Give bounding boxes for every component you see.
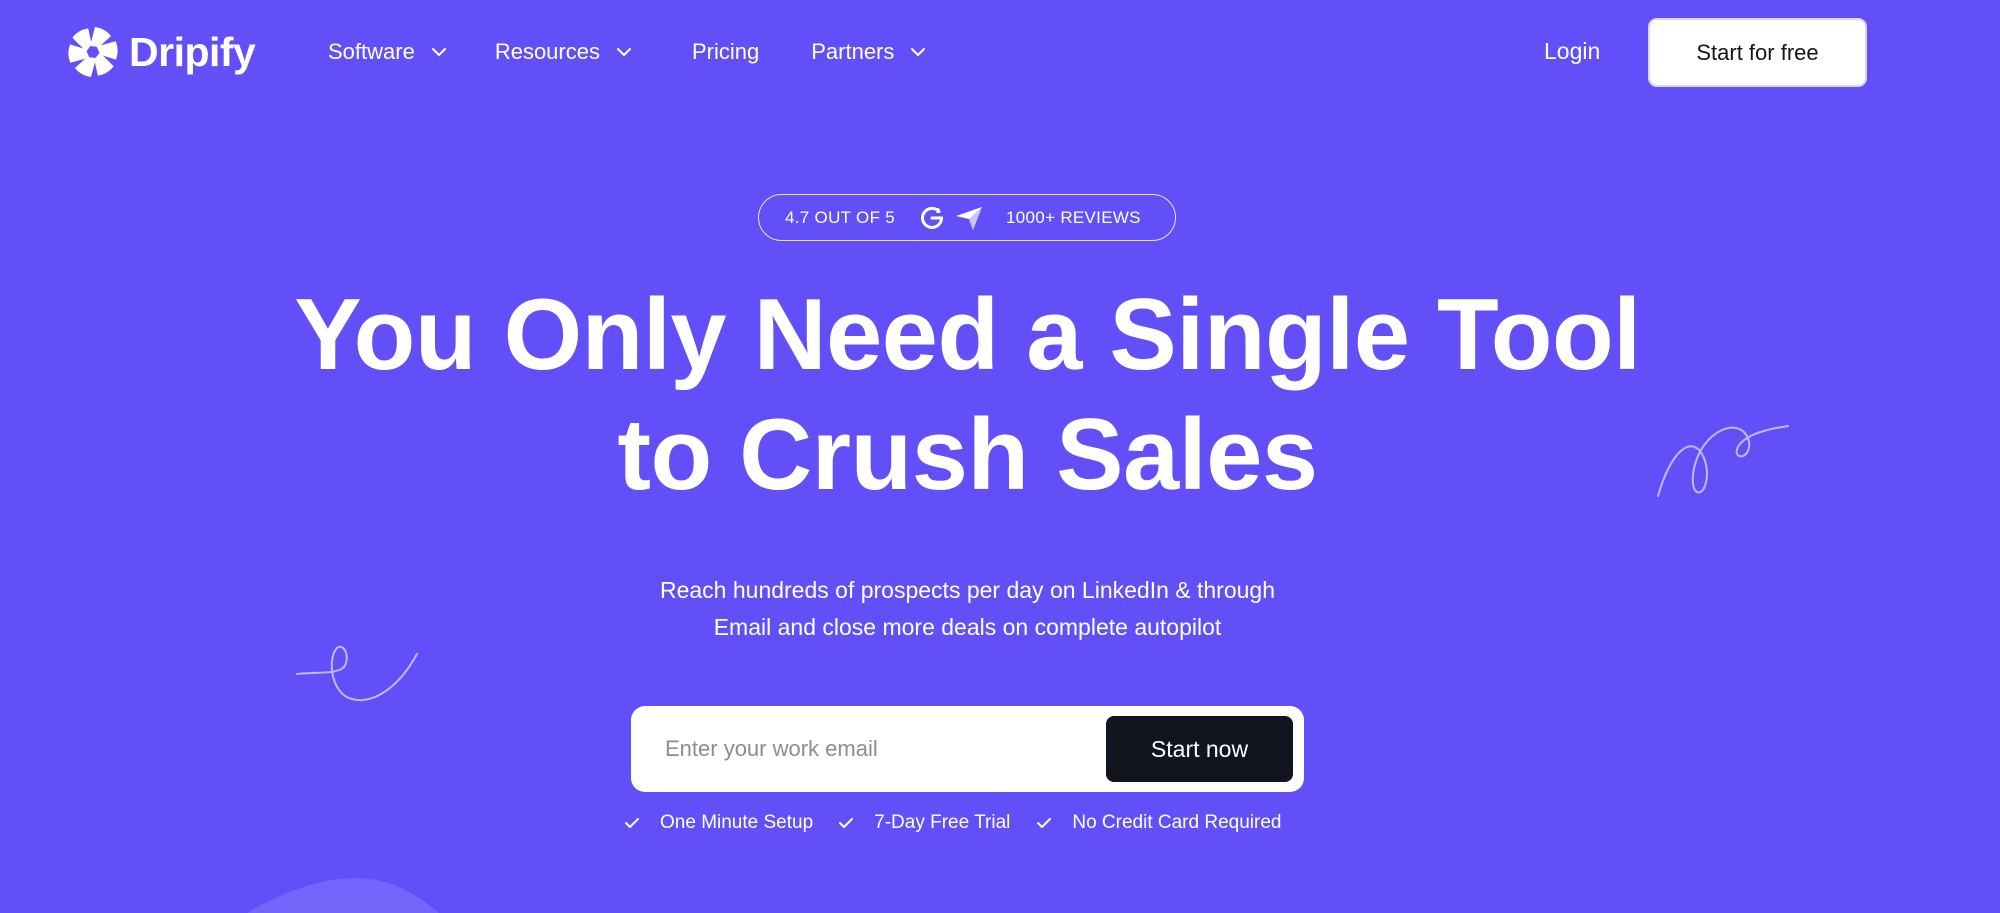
signup-form: Start now	[631, 706, 1304, 792]
main-nav: Software Resources Pricing Partners	[328, 34, 926, 70]
checkmark-icon	[1037, 818, 1052, 828]
hero-subtitle: Reach hundreds of prospects per day on L…	[0, 572, 1935, 646]
perk-label: 7-Day Free Trial	[874, 812, 1011, 833]
nav-item-label: Resources	[494, 39, 600, 64]
capterra-icon	[956, 206, 983, 230]
perk-item: No Credit Card Required	[1036, 812, 1281, 834]
start-now-button[interactable]: Start now	[1106, 716, 1293, 782]
site-header: Dripify Software Resources Pricing Partn…	[0, 0, 2000, 105]
login-link[interactable]: Login	[1544, 38, 1600, 65]
subtitle-line-2: Email and close more deals on complete a…	[713, 614, 1222, 640]
dripify-shutter-logo-icon	[68, 27, 118, 77]
brand-logo[interactable]: Dripify	[66, 25, 256, 79]
chevron-down-icon	[616, 48, 631, 56]
perks-list: One Minute Setup 7-Day Free Trial No Cre…	[624, 812, 1281, 834]
nav-item-partners[interactable]: Partners	[811, 39, 926, 65]
nav-item-label: Partners	[811, 39, 895, 64]
subtitle-line-1: Reach hundreds of prospects per day on L…	[659, 577, 1275, 603]
rating-badge: 4.7 OUT OF 5 2 1000+ REVIEWS	[758, 194, 1176, 241]
rating-score: 4.7 OUT OF 5	[785, 207, 896, 227]
perk-item: One Minute Setup	[624, 812, 813, 834]
squiggle-decoration-icon	[296, 645, 418, 702]
blob-decoration-icon	[247, 878, 439, 913]
g2-icon: 2	[921, 206, 944, 229]
nav-item-resources[interactable]: Resources	[495, 39, 632, 65]
perk-item: 7-Day Free Trial	[838, 812, 1010, 834]
squiggle-decoration-icon	[1657, 425, 1789, 497]
chevron-down-icon	[911, 48, 926, 56]
brand-name: Dripify	[129, 28, 256, 75]
nav-item-label: Software	[328, 39, 415, 64]
nav-item-pricing[interactable]: Pricing	[692, 39, 759, 65]
perk-label: One Minute Setup	[660, 812, 814, 833]
perk-label: No Credit Card Required	[1072, 812, 1282, 833]
checkmark-icon	[625, 818, 639, 828]
chevron-down-icon	[431, 48, 446, 56]
start-for-free-button[interactable]: Start for free	[1648, 18, 1867, 87]
work-email-input[interactable]	[665, 706, 1095, 792]
nav-item-label: Pricing	[691, 39, 760, 64]
checkmark-icon	[839, 818, 854, 828]
headline-line-2: to Crush Sales	[617, 399, 1318, 511]
reviews-count: 1000+ REVIEWS	[1006, 207, 1141, 227]
hero-headline: You Only Need a Single Tool to Crush Sal…	[0, 275, 1935, 515]
nav-item-software[interactable]: Software	[328, 39, 447, 65]
svg-text:2: 2	[936, 208, 940, 215]
headline-line-1: You Only Need a Single Tool	[294, 279, 1641, 391]
